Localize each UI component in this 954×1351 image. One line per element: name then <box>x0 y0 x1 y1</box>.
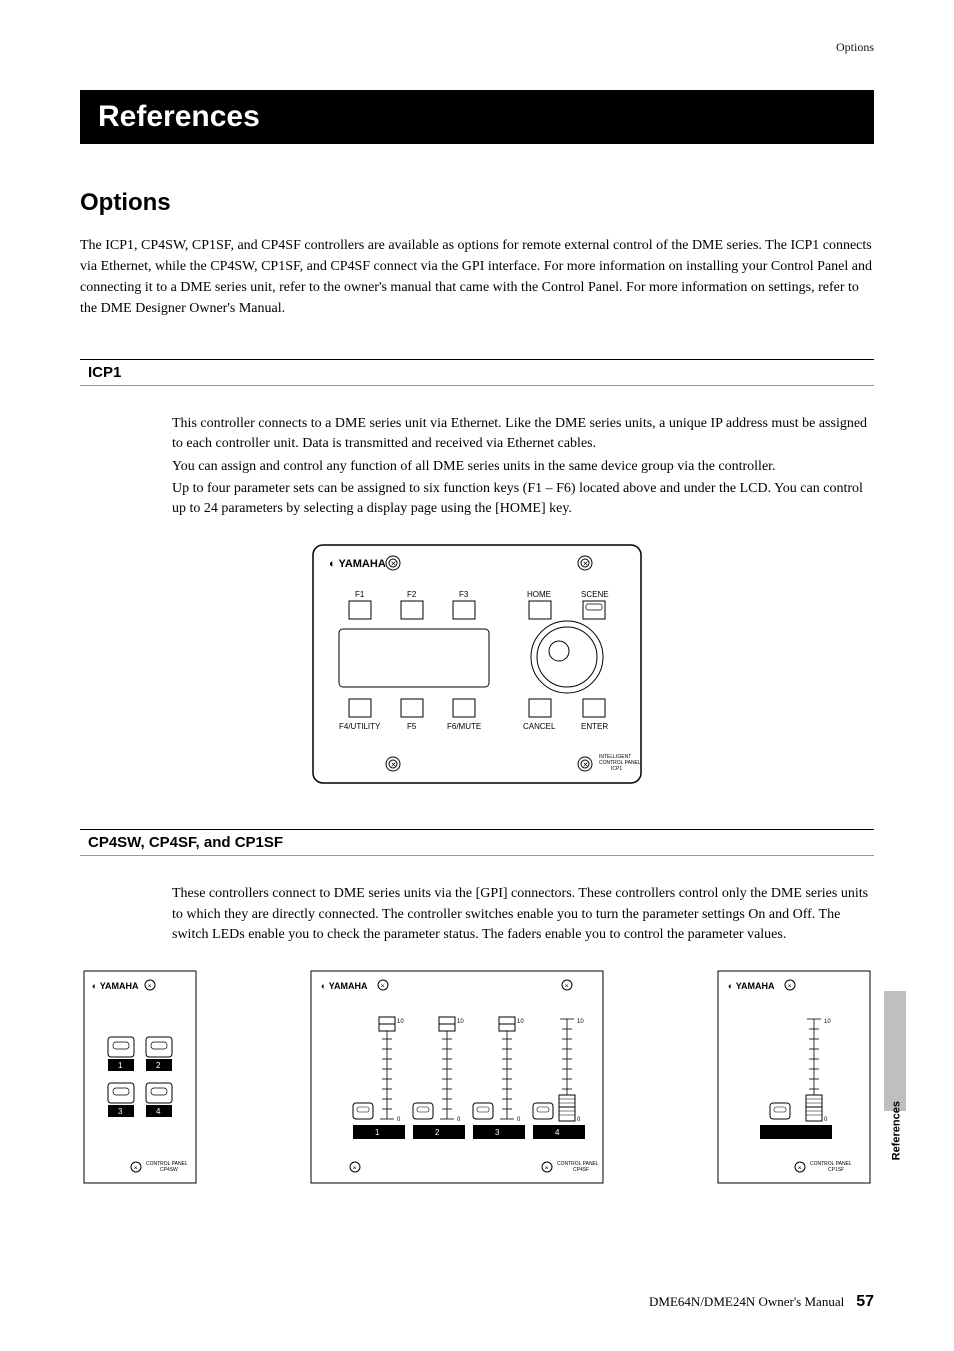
svg-text:4: 4 <box>555 1128 560 1137</box>
svg-text:✕: ✕ <box>134 1166 138 1172</box>
svg-text:3: 3 <box>495 1128 500 1137</box>
svg-text:2: 2 <box>435 1128 440 1137</box>
svg-text:✕: ✕ <box>353 1166 357 1172</box>
svg-text:0: 0 <box>577 1117 581 1123</box>
svg-text:◐ YAMAHA: ◐ YAMAHA <box>321 981 368 991</box>
brand-label: ◐ YAMAHA <box>329 558 386 570</box>
svg-text:ICP1: ICP1 <box>611 766 622 772</box>
svg-text:2: 2 <box>156 1061 161 1070</box>
cancel-label: CANCEL <box>523 722 556 731</box>
footer: DME64N/DME24N Owner's Manual 57 <box>649 1293 874 1311</box>
svg-text:✕: ✕ <box>545 1166 549 1172</box>
cp4sf-figure: ◐ YAMAHA ✕ ✕ 10 0 1 10 0 <box>307 967 607 1187</box>
home-label: HOME <box>527 590 551 599</box>
footer-page-number: 57 <box>856 1293 874 1311</box>
svg-text:3: 3 <box>118 1107 123 1116</box>
section-title: Options <box>80 189 874 217</box>
f4-label: F4/UTILITY <box>339 722 381 731</box>
svg-text:10: 10 <box>824 1019 831 1025</box>
svg-text:1: 1 <box>375 1128 380 1137</box>
svg-text:✕: ✕ <box>381 984 385 990</box>
icp1-body: This controller connects to a DME series… <box>172 414 874 519</box>
header-right-label: Options <box>836 40 874 55</box>
enter-label: ENTER <box>581 722 608 731</box>
svg-text:CP4SW: CP4SW <box>160 1167 178 1173</box>
svg-text:✕: ✕ <box>788 984 792 990</box>
f1-label: F1 <box>355 590 365 599</box>
svg-text:10: 10 <box>577 1019 584 1025</box>
side-tab <box>884 991 906 1111</box>
svg-text:10: 10 <box>517 1019 524 1025</box>
icp1-figure: ◐ YAMAHA ✕ ✕ F1 F2 F3 HOME SCENE F4/UTIL… <box>80 539 874 789</box>
cp-body: These controllers connect to DME series … <box>172 884 874 945</box>
footer-manual: DME64N/DME24N Owner's Manual <box>649 1294 844 1310</box>
svg-text:0: 0 <box>397 1117 401 1123</box>
svg-text:1: 1 <box>118 1061 123 1070</box>
f3-label: F3 <box>459 590 469 599</box>
svg-text:0: 0 <box>457 1117 461 1123</box>
scene-label: SCENE <box>581 590 609 599</box>
svg-text:✕: ✕ <box>798 1166 802 1172</box>
f5-label: F5 <box>407 722 417 731</box>
icp1-p2: You can assign and control any function … <box>172 457 874 477</box>
subsection-icp1: ICP1 <box>80 359 874 386</box>
cp4sw-figure: ◐ YAMAHA ✕ 1 2 3 4 ✕ CONTROL PANEL CP4SW <box>80 967 200 1187</box>
svg-text:0: 0 <box>824 1117 828 1123</box>
subsection-cp: CP4SW, CP4SF, and CP1SF <box>80 829 874 856</box>
svg-text:◐ YAMAHA: ◐ YAMAHA <box>728 981 775 991</box>
svg-text:10: 10 <box>457 1019 464 1025</box>
page-title-bar: References <box>80 90 874 144</box>
svg-text:✕: ✕ <box>391 560 397 568</box>
svg-text:10: 10 <box>397 1019 404 1025</box>
icp1-p1: This controller connects to a DME series… <box>172 414 874 455</box>
svg-text:4: 4 <box>156 1107 161 1116</box>
svg-text:✕: ✕ <box>148 984 152 990</box>
intro-paragraph: The ICP1, CP4SW, CP1SF, and CP4SF contro… <box>80 235 874 319</box>
svg-text:CP4SF: CP4SF <box>573 1167 589 1173</box>
svg-text:0: 0 <box>517 1117 521 1123</box>
svg-text:✕: ✕ <box>565 984 569 990</box>
svg-text:◐ YAMAHA: ◐ YAMAHA <box>92 981 139 991</box>
svg-text:✕: ✕ <box>583 560 589 568</box>
f6-label: F6/MUTE <box>447 722 481 731</box>
f2-label: F2 <box>407 590 417 599</box>
svg-text:CP1SF: CP1SF <box>828 1167 844 1173</box>
svg-text:✕: ✕ <box>391 761 397 769</box>
side-tab-label: References <box>890 1101 902 1160</box>
cp-p1: These controllers connect to DME series … <box>172 884 874 945</box>
panels-row: ◐ YAMAHA ✕ 1 2 3 4 ✕ CONTROL PANEL CP4SW <box>80 967 874 1187</box>
cp1sf-figure: ◐ YAMAHA ✕ 100 ✕ CONTROL PANEL CP1SF <box>714 967 874 1187</box>
svg-text:✕: ✕ <box>583 761 589 769</box>
icp1-p3: Up to four parameter sets can be assigne… <box>172 479 874 520</box>
